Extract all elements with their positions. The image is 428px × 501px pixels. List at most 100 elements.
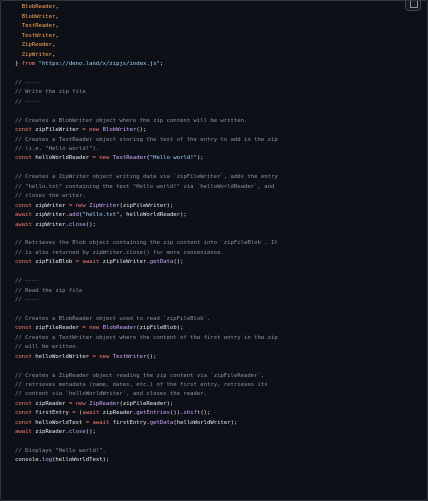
code-token: ();: [200, 410, 211, 417]
code-line: const helloWorldReader = new TextReader(…: [15, 154, 419, 163]
code-token: await: [15, 429, 32, 436]
code-token: );: [196, 155, 204, 162]
code-token: ;: [159, 61, 164, 68]
code-token: (zipFileReader);: [119, 400, 174, 407]
code-token: zipReader.: [31, 429, 69, 436]
code-token: await: [92, 419, 110, 426]
code-token: BlobReader: [102, 325, 137, 332]
code-token: zipWriter: [35, 202, 66, 209]
code-token: // will be written.: [15, 344, 79, 351]
code-line: const helloWorldWriter = new TextWriter(…: [15, 353, 419, 362]
code-token: console.: [15, 457, 42, 464]
code-token: ();: [173, 259, 184, 266]
code-line: // retrieves metadata (name, dates, etc.…: [15, 381, 419, 390]
code-line: // content via `helloWorldWriter`, and c…: [15, 390, 419, 399]
code-line: // ----: [15, 277, 419, 286]
code-token: getData: [149, 259, 174, 266]
code-token: // Creates a ZipReader object reading th…: [15, 372, 265, 379]
code-line: // Creates a ZipReader object reading th…: [15, 372, 419, 381]
code-token: zipFileBlob: [35, 259, 73, 266]
code-line: // closes the writer.: [15, 192, 419, 201]
code-token: new: [75, 400, 86, 407]
code-token: ();: [85, 429, 96, 436]
code-line: // Creates a BlobReader object used to r…: [15, 315, 419, 324]
code-token: firstEntry: [35, 410, 69, 417]
code-token: zipWriter.: [31, 221, 69, 228]
code-token: ,: [55, 4, 59, 11]
code-token: zipFileReader: [35, 325, 79, 332]
code-token: log: [41, 457, 53, 464]
code-line: ZipWriter,: [15, 51, 419, 60]
code-token: (zipFileWriter);: [119, 202, 174, 209]
code-token: from: [21, 61, 36, 68]
code-line: // Read the zip file: [15, 287, 419, 296]
code-token: // retrieves metadata (name, dates, etc.…: [15, 381, 268, 388]
code-token: zipReader: [35, 400, 66, 407]
code-token: // ----: [15, 98, 39, 105]
code-token: new: [99, 353, 110, 360]
code-token: close: [68, 221, 86, 228]
code-line: // ----: [15, 79, 419, 88]
code-token: "https://deno.land/x/zipjs/index.js": [38, 61, 160, 68]
code-token: {: [35, 0, 42, 1]
code-token: new: [99, 155, 110, 162]
code-token: TextWriter: [15, 32, 56, 39]
code-token: new: [89, 127, 100, 134]
code-line: BlobReader,: [15, 3, 419, 12]
code-token: ,: [55, 32, 59, 39]
code-token: // Write the zip file: [15, 89, 86, 96]
code-token: // is also returned by zipWriter.close()…: [15, 249, 224, 256]
code-token: // ----: [15, 79, 39, 86]
code-token: // Creates a TextWriter object where the…: [15, 334, 278, 341]
code-token: ();: [146, 353, 157, 360]
code-line: await zipWriter.add("hello.txt", helloWo…: [15, 211, 419, 220]
code-token: const: [15, 202, 32, 209]
code-token: zipFileWriter.: [99, 259, 150, 266]
code-token: const: [15, 325, 32, 332]
code-line: TextReader,: [15, 22, 419, 31]
code-line: console.log(helloWorldText);: [15, 456, 419, 465]
code-token: // content via `helloWorldWriter`, and c…: [15, 391, 207, 398]
code-token: ZipReader: [15, 42, 53, 49]
code-token: const: [15, 410, 32, 417]
code-token: add: [68, 212, 79, 219]
code-line: const firstEntry = (await zipReader.getE…: [15, 409, 419, 418]
code-token: ZipReader: [89, 400, 120, 407]
code-token: ,: [55, 23, 59, 30]
code-line: } from "https://deno.land/x/zipjs/index.…: [15, 60, 419, 69]
code-token: TextReader: [15, 23, 56, 30]
code-token: zipWriter.: [31, 212, 69, 219]
code-token: helloWorldWriter: [35, 353, 90, 360]
code-line: // (i.e. "Hello world!").: [15, 145, 419, 154]
code-token: new: [75, 202, 86, 209]
code-line: // Creates a ZipWriter object writing da…: [15, 173, 419, 182]
code-token: // Creates a BlobReader object used to r…: [15, 315, 211, 322]
code-token: zipReader.: [99, 410, 137, 417]
code-line: // Retrieves the Blob object containing …: [15, 239, 419, 248]
code-token: }: [15, 61, 22, 68]
code-token: zipFileWriter: [35, 127, 79, 134]
code-token: await: [82, 259, 100, 266]
code-block: import { BlobReader, BlobWriter, TextRea…: [0, 0, 428, 501]
code-line: // ----: [15, 296, 419, 305]
code-token: helloWorldReader: [35, 155, 90, 162]
code-line: await zipReader.close();: [15, 428, 419, 437]
code-line: // Creates a BlobWriter object where the…: [15, 117, 419, 126]
code-line: const zipFileBlob = await zipFileWriter.…: [15, 258, 419, 267]
code-token: // ----: [15, 278, 39, 285]
code-token: TextWriter: [112, 353, 147, 360]
code-token: new: [89, 325, 100, 332]
code-token: "Hello world!": [149, 155, 197, 162]
code-token: ();: [136, 127, 147, 134]
code-line: const zipFileWriter = new BlobWriter();: [15, 126, 419, 135]
code-token: // (i.e. "Hello world!").: [15, 146, 100, 152]
code-line: // Write the zip file: [15, 88, 419, 97]
code-line: const zipReader = new ZipReader(zipFileR…: [15, 400, 419, 409]
